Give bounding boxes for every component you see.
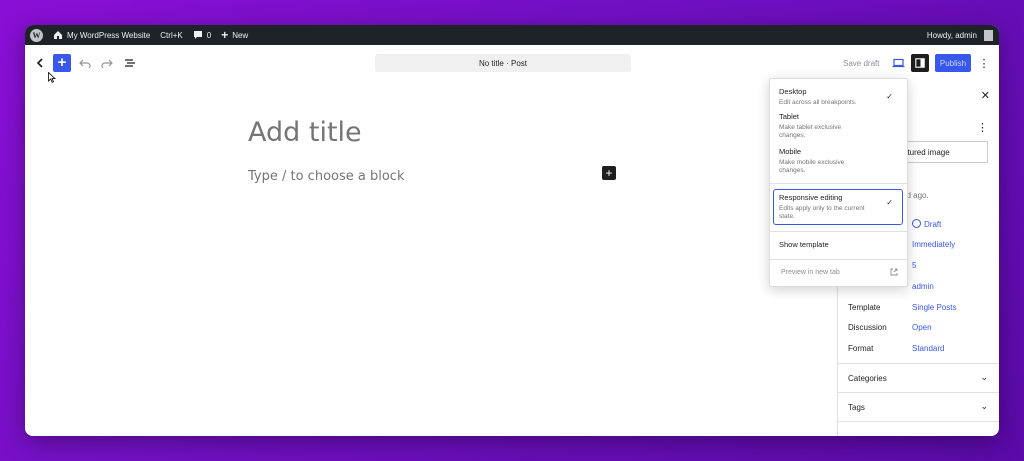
undo-icon: [79, 59, 91, 68]
block-inserter-button[interactable]: +: [53, 54, 71, 72]
post-title-input[interactable]: Add title: [248, 117, 362, 148]
plus-icon: +: [605, 166, 613, 180]
more-vertical-icon[interactable]: ⋮: [977, 121, 988, 134]
device-preview-button[interactable]: [889, 54, 907, 72]
command-palette-shortcut[interactable]: Ctrl+K: [155, 25, 187, 45]
menu-item-responsive-editing[interactable]: Responsive editing Edits apply only to t…: [779, 193, 899, 221]
site-name: My WordPress Website: [67, 30, 151, 40]
chevron-down-icon: ⌄: [980, 401, 988, 411]
sidebar-divider: [838, 421, 999, 436]
categories-panel[interactable]: Categories ⌄: [838, 363, 999, 392]
plus-icon: +: [57, 54, 67, 71]
block-placeholder[interactable]: Type / to choose a block: [248, 169, 404, 184]
comments-count: 0: [206, 30, 212, 40]
comments-link[interactable]: 0: [188, 25, 216, 45]
menu-divider: [770, 183, 907, 184]
check-icon: ✓: [886, 92, 893, 101]
menu-item-show-template[interactable]: Show template: [779, 240, 899, 249]
new-content-link[interactable]: + New: [216, 25, 253, 45]
format-row[interactable]: Format Standard: [848, 344, 998, 356]
editor-canvas[interactable]: Add title Type / to choose a block +: [25, 81, 837, 436]
admin-bar: W My WordPress Website Ctrl+K 0 + New Ho…: [25, 25, 999, 45]
document-overview-button[interactable]: [120, 53, 140, 73]
wordpress-icon: W: [30, 28, 43, 42]
sidebar-icon: [915, 58, 925, 68]
avatar: [984, 29, 993, 41]
close-icon[interactable]: ✕: [981, 89, 990, 102]
menu-item-preview-new-tab[interactable]: Preview in new tab: [781, 269, 840, 276]
menu-item-mobile[interactable]: Mobile Make mobile exclusive changes.: [779, 147, 899, 175]
publish-button[interactable]: Publish: [935, 54, 971, 72]
check-icon: ✓: [886, 198, 893, 207]
back-button[interactable]: [30, 53, 50, 73]
chevron-left-icon: [36, 58, 43, 68]
undo-button[interactable]: [75, 53, 95, 73]
comment-icon: [193, 31, 202, 39]
howdy-text: Howdy, admin: [926, 30, 977, 40]
settings-button[interactable]: [911, 54, 929, 72]
plus-icon: +: [221, 28, 229, 42]
chevron-down-icon: ⌄: [980, 372, 988, 382]
menu-divider: [770, 259, 907, 260]
account-menu[interactable]: Howdy, admin: [922, 25, 999, 45]
redo-button[interactable]: [97, 53, 117, 73]
wordpress-logo-button[interactable]: W: [25, 25, 48, 45]
document-title-bar[interactable]: No title · Post: [375, 54, 631, 72]
menu-item-desktop[interactable]: Desktop Edit across all breakpoints. ✓: [779, 87, 899, 107]
home-icon: [54, 31, 62, 39]
save-draft-button[interactable]: Save draft: [843, 59, 879, 68]
draft-status-icon: [912, 219, 921, 228]
mouse-cursor-icon: [48, 72, 56, 83]
editor-toolbar: + No title · Post Save draft Publish ⋮: [25, 45, 999, 82]
site-name-link[interactable]: My WordPress Website: [48, 25, 155, 45]
discussion-row[interactable]: Discussion Open: [848, 323, 998, 335]
tags-panel[interactable]: Tags ⌄: [838, 392, 999, 421]
list-view-icon: [125, 59, 135, 67]
redo-icon: [101, 59, 113, 68]
add-block-button[interactable]: +: [602, 166, 616, 180]
template-row[interactable]: Template Single Posts: [848, 303, 998, 315]
laptop-icon: [892, 58, 904, 68]
preview-dropdown-menu: Desktop Edit across all breakpoints. ✓ T…: [769, 78, 908, 287]
menu-divider: [770, 231, 907, 232]
menu-item-tablet[interactable]: Tablet Make tablet exclusive changes.: [779, 112, 899, 140]
options-menu-button[interactable]: ⋮: [978, 54, 990, 72]
external-link-icon: [890, 268, 898, 278]
more-vertical-icon: ⋮: [978, 57, 990, 70]
editor-window: W My WordPress Website Ctrl+K 0 + New Ho…: [25, 25, 999, 436]
